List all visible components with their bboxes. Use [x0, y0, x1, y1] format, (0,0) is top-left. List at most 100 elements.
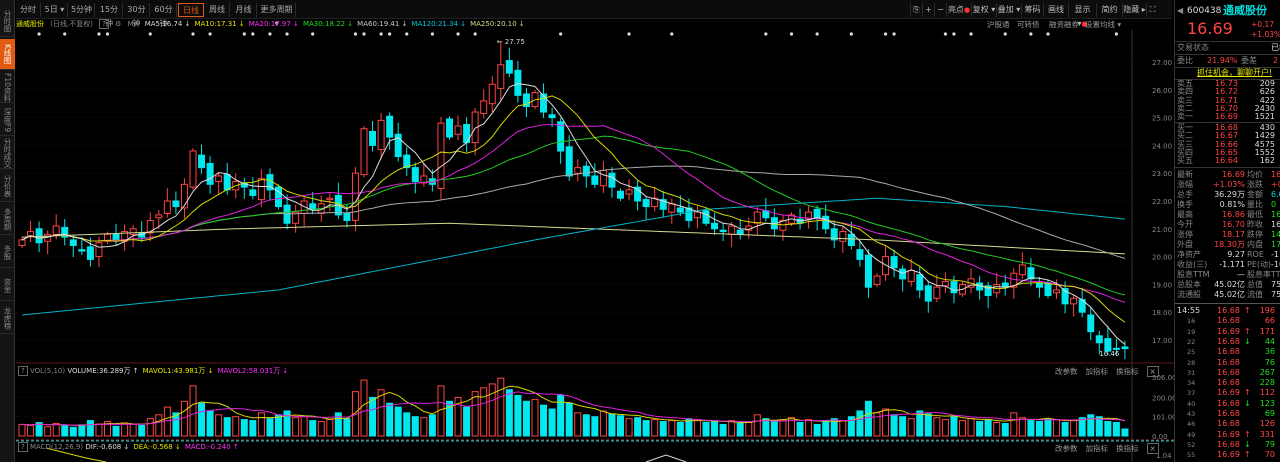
event-marker-icon[interactable]: [1029, 32, 1033, 36]
prev-stock-arrow-icon[interactable]: ◀: [1177, 4, 1183, 18]
event-marker-icon[interactable]: [208, 32, 212, 36]
event-marker-icon[interactable]: [764, 32, 768, 36]
event-marker-icon[interactable]: [353, 32, 358, 36]
event-marker-icon[interactable]: [430, 32, 434, 36]
sub-link-3[interactable]: 设置均线 ▾: [1085, 19, 1121, 30]
event-marker-icon[interactable]: [1003, 32, 1007, 36]
sub-link-1[interactable]: 可转债: [1017, 19, 1040, 30]
event-marker-icon[interactable]: [268, 32, 272, 36]
candle: [446, 116, 453, 140]
panel-button-2[interactable]: 换指标: [1116, 444, 1139, 453]
volume-bar: [608, 413, 616, 437]
volume-bar: [129, 423, 137, 437]
event-marker-icon[interactable]: [815, 32, 819, 36]
event-marker-icon[interactable]: [670, 32, 674, 36]
sidebar-tab-9[interactable]: 龙虎榜: [0, 303, 15, 334]
stat-value: 751.: [1271, 290, 1280, 299]
help-icon[interactable]: ?: [18, 366, 28, 376]
sidebar-tab-6[interactable]: 多周期: [0, 204, 15, 235]
help-icon[interactable]: ?: [18, 442, 28, 452]
candle: [394, 122, 402, 162]
trade-volume: 126: [1259, 419, 1275, 429]
event-marker-icon[interactable]: [191, 32, 195, 36]
event-marker-icon[interactable]: [969, 32, 973, 36]
stat-label: 流值: [1247, 290, 1263, 299]
event-marker-icon[interactable]: [627, 32, 631, 36]
panel-button-1[interactable]: 加指标: [1086, 444, 1109, 453]
price-tick: 20.00: [1152, 254, 1172, 262]
event-marker-icon[interactable]: [456, 32, 460, 36]
event-marker-icon[interactable]: [849, 32, 853, 36]
event-marker-icon[interactable]: [285, 32, 289, 36]
event-marker-icon[interactable]: [892, 32, 896, 36]
event-marker-icon[interactable]: [883, 32, 888, 36]
event-marker-icon[interactable]: [473, 32, 477, 36]
trade-price: 16.68: [1217, 316, 1240, 326]
event-marker-icon[interactable]: [943, 32, 948, 36]
sidebar-tab-7[interactable]: 多股: [0, 237, 15, 268]
ask-row[interactable]: 卖一 16.69 1521: [1177, 113, 1280, 121]
candle: [27, 221, 35, 242]
panel-button-0[interactable]: 改参数: [1055, 367, 1078, 376]
event-marker-icon[interactable]: [105, 32, 110, 36]
trade-time: 37: [1187, 389, 1196, 398]
volume-bar: [984, 419, 992, 437]
event-marker-icon[interactable]: [362, 32, 366, 36]
event-marker-icon[interactable]: [63, 32, 67, 36]
volume-bar: [668, 420, 676, 437]
sub-link-0[interactable]: 沪股通: [987, 19, 1010, 30]
sidebar-tab-0[interactable]: 分时图: [0, 6, 15, 37]
sidebar-tab-4[interactable]: 分时成交: [0, 138, 15, 169]
event-marker-icon[interactable]: [952, 32, 956, 36]
panel-button-2[interactable]: 换指标: [1116, 367, 1139, 376]
sidebar-tab-8[interactable]: 资金: [0, 270, 15, 301]
volume-bar: [240, 419, 248, 437]
sidebar-tab-1[interactable]: K线图: [0, 39, 15, 70]
event-marker-icon[interactable]: [405, 32, 409, 36]
volume-bar: [1010, 412, 1018, 437]
sidebar-tab-2[interactable]: F10资料: [0, 72, 15, 103]
event-marker-icon[interactable]: [37, 32, 41, 36]
kline-chart[interactable]: 27.00 26.00 25.00 24.00 23.00 22.00 21.00 20.00…: [16, 0, 1174, 462]
panel-button-0[interactable]: 改参数: [1055, 444, 1078, 453]
close-panel-icon[interactable]: ×: [1146, 366, 1159, 377]
candle: [240, 177, 248, 199]
stat-value: 9.27: [1227, 250, 1245, 259]
trade-price: 16.68: [1217, 306, 1240, 315]
trade-row: 25 16.68 36: [1177, 347, 1280, 357]
open-account-link[interactable]: 抓住机会，聊聊开户!: [1197, 68, 1272, 78]
trade-row: 22 16.68 ↓ 44: [1177, 337, 1280, 347]
bid-row[interactable]: 买五 16.64 162: [1177, 157, 1280, 165]
volume-bar: [1035, 421, 1043, 437]
event-marker-icon[interactable]: [789, 32, 794, 36]
event-marker-icon[interactable]: [97, 32, 101, 36]
sidebar-tab-5[interactable]: 分价表: [0, 171, 15, 202]
candle: [189, 148, 197, 190]
event-marker-icon[interactable]: [1114, 32, 1118, 36]
sidebar-tab-3[interactable]: 深度F9: [0, 105, 15, 136]
event-marker-icon[interactable]: [559, 32, 563, 36]
event-marker-icon[interactable]: [251, 32, 255, 36]
sub-link-2[interactable]: 融资融券: [1049, 19, 1079, 30]
event-marker-icon[interactable]: [242, 32, 246, 36]
panel-button-1[interactable]: 加指标: [1086, 367, 1109, 376]
trade-time: 31: [1187, 368, 1196, 377]
ma30-line: [21, 135, 1126, 296]
stat-value: 16: [1271, 210, 1280, 219]
event-marker-icon[interactable]: [148, 32, 152, 36]
volume-bar: [565, 402, 573, 437]
candle: [873, 273, 881, 288]
candle: [976, 275, 984, 300]
event-marker-icon[interactable]: [1046, 32, 1050, 36]
trade-row: 49 16.69 ↑ 331: [1177, 430, 1280, 440]
event-marker-icon[interactable]: [311, 32, 315, 36]
ma20-line: [21, 124, 1126, 303]
volume-bar: [369, 396, 377, 437]
legend-item: DEA:-0.568 ↓: [133, 443, 181, 451]
volume-bar: [411, 416, 419, 437]
event-marker-icon[interactable]: [379, 32, 383, 36]
close-panel-icon[interactable]: ×: [1146, 443, 1159, 454]
event-marker-icon[interactable]: [388, 32, 392, 36]
candle: [1035, 276, 1043, 298]
stat-value: +0: [1271, 180, 1280, 189]
